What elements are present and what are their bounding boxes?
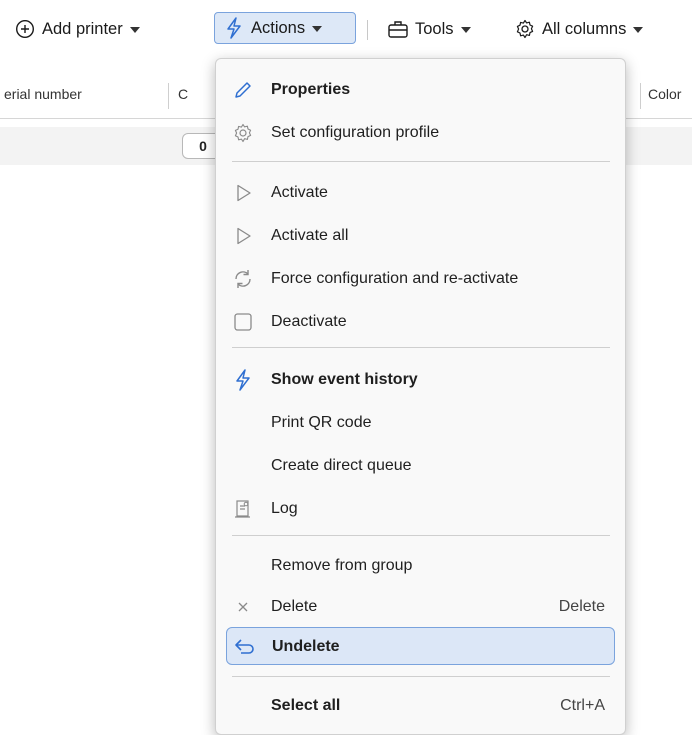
actions-menu: Properties Set configuration profile Act… [215,58,626,735]
add-circle-icon [14,18,36,40]
chevron-down-icon [129,27,140,33]
menu-separator [232,535,610,536]
chevron-down-icon [633,27,644,33]
square-icon [232,311,254,333]
toolbar-divider [367,20,368,40]
toolbar: Add printer Actions Tools All columns [0,0,692,58]
menu-item-shortcut: Delete [558,598,605,615]
undo-icon [233,636,255,658]
menu-item-log[interactable]: Log [226,490,615,528]
chevron-down-icon [312,26,323,32]
menu-separator [232,347,610,348]
menu-item-label: Select all [271,697,341,714]
column-header-serial-number[interactable]: erial number [4,86,82,102]
chevron-down-icon [460,27,471,33]
menu-item-label: Show event history [271,371,418,388]
menu-item-label: Print QR code [271,414,372,431]
toolbox-icon [387,18,409,40]
column-divider[interactable] [168,83,169,109]
menu-item-remove-from-group[interactable]: Remove from group [226,547,615,585]
menu-item-label: Remove from group [271,557,413,574]
actions-button[interactable]: Actions [214,12,356,44]
menu-item-deactivate[interactable]: Deactivate [226,303,615,341]
menu-item-activate-all[interactable]: Activate all [226,217,615,255]
menu-item-label: Activate [271,184,328,201]
menu-item-label: Create direct queue [271,457,412,474]
menu-item-shortcut: Ctrl+A [560,697,605,714]
menu-item-activate[interactable]: Activate [226,174,615,212]
menu-item-properties[interactable]: Properties [226,71,615,109]
lightning-icon [232,369,254,391]
menu-item-label: Deactivate [271,313,347,330]
tools-button[interactable]: Tools [387,13,471,45]
menu-item-label: Undelete [272,638,340,655]
column-header-color[interactable]: Color [648,86,681,102]
menu-item-label: Properties [271,81,351,98]
all-columns-label: All columns [542,19,627,38]
refresh-icon [232,268,254,290]
menu-item-select-all[interactable]: Select all Ctrl+A [226,687,615,725]
menu-item-label: Log [271,500,298,517]
column-header-c[interactable]: C [178,86,188,102]
all-columns-button[interactable]: All columns [514,13,644,45]
menu-item-label: Force configuration and re-activate [271,270,519,287]
gear-icon [514,18,536,40]
menu-item-delete[interactable]: Delete Delete [226,588,615,626]
menu-item-label: Delete [271,598,318,615]
actions-label: Actions [251,18,306,37]
menu-item-force-configuration[interactable]: Force configuration and re-activate [226,260,615,298]
log-icon [232,498,254,520]
gear-icon [232,122,254,144]
menu-item-show-event-history[interactable]: Show event history [226,361,615,399]
menu-item-print-qr-code[interactable]: Print QR code [226,404,615,442]
menu-item-set-configuration-profile[interactable]: Set configuration profile [226,114,615,152]
menu-separator [232,161,610,162]
column-divider[interactable] [640,83,641,109]
menu-item-label: Activate all [271,227,349,244]
menu-item-create-direct-queue[interactable]: Create direct queue [226,447,615,485]
menu-item-undelete[interactable]: Undelete [226,627,615,665]
menu-item-label: Set configuration profile [271,124,440,141]
play-outline-icon [232,182,254,204]
add-printer-button[interactable]: Add printer [14,13,140,45]
tools-label: Tools [415,19,454,38]
x-icon [232,596,254,618]
add-printer-label: Add printer [42,19,123,38]
lightning-icon [223,17,245,39]
pencil-icon [232,79,254,101]
menu-separator [232,676,610,677]
play-outline-icon [232,225,254,247]
